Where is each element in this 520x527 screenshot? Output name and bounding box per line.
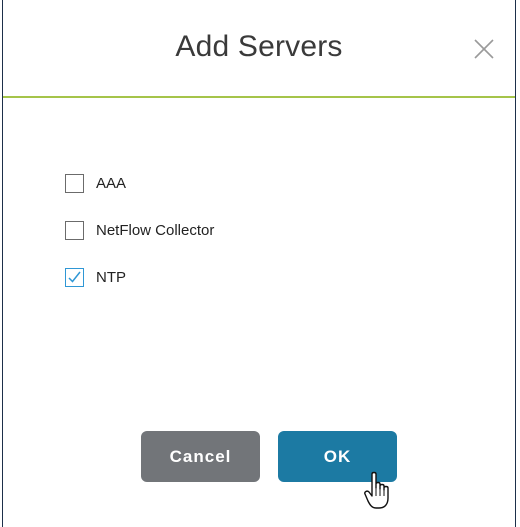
option-ntp[interactable]: NTP [65, 266, 214, 288]
option-aaa[interactable]: AAA [65, 172, 214, 194]
add-servers-dialog: Add Servers AAA NetFlow Collector NTP Ca [2, 0, 516, 527]
checkbox-aaa[interactable] [65, 173, 84, 193]
option-label-netflow-collector: NetFlow Collector [96, 221, 215, 239]
checkmark-icon [68, 271, 81, 283]
dialog-title: Add Servers [175, 30, 343, 63]
option-label-aaa: AAA [96, 174, 127, 192]
option-netflow-collector[interactable]: NetFlow Collector [65, 219, 214, 241]
option-label-ntp: NTP [96, 268, 126, 286]
hand-pointer-icon [363, 470, 393, 512]
checkbox-ntp[interactable] [65, 267, 84, 287]
close-icon[interactable] [471, 36, 497, 62]
server-options-list: AAA NetFlow Collector NTP [65, 172, 214, 313]
cancel-button[interactable]: Cancel [141, 431, 260, 482]
dialog-header: Add Servers [3, 0, 515, 98]
checkbox-netflow-collector[interactable] [65, 220, 84, 240]
